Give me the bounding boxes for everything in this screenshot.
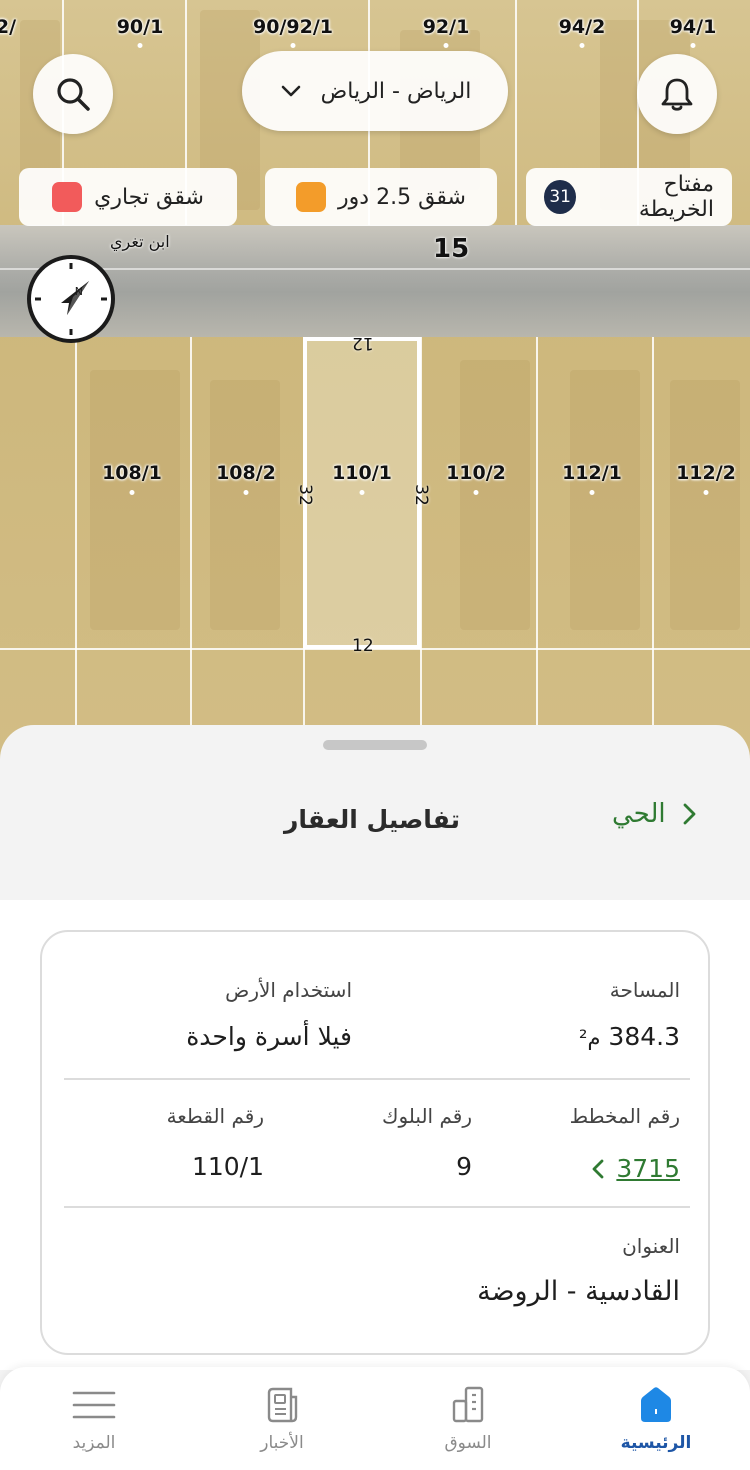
plot-label[interactable]: 2/: [0, 16, 16, 38]
legend-apartments-label: شقق 2.5 دور: [338, 184, 466, 210]
block-label: رقم البلوك: [381, 1104, 472, 1128]
nav-news[interactable]: الأخبار: [222, 1385, 342, 1453]
menu-icon: [72, 1391, 116, 1419]
nav-more-label: المزيد: [72, 1433, 116, 1453]
news-icon: [267, 1387, 298, 1423]
city-selector-label: الرياض - الرياض: [320, 78, 472, 104]
neighborhood-link-label: الحي: [612, 799, 666, 829]
road-divider: [0, 268, 750, 270]
plan-number-link[interactable]: 3715: [590, 1154, 680, 1183]
map-key-label: مفتاح الخريطة: [638, 172, 714, 222]
plot-label[interactable]: 112/2: [676, 462, 736, 484]
legend-commercial-label: شقق تجاري: [94, 184, 204, 210]
chevron-left-icon: [592, 1159, 604, 1178]
plot-label[interactable]: 90/1: [117, 16, 164, 38]
area-label: المساحة: [609, 978, 680, 1002]
nav-more[interactable]: المزيد: [34, 1385, 154, 1453]
plot-label[interactable]: 110/2: [446, 462, 506, 484]
neighborhood-link[interactable]: الحي: [612, 799, 700, 829]
legend-orange-swatch: [296, 182, 327, 212]
plot-label[interactable]: 108/1: [102, 462, 162, 484]
notifications-button[interactable]: [637, 54, 717, 134]
plan-label: رقم المخطط: [569, 1104, 680, 1128]
property-details-sheet[interactable]: تفاصيل العقار الحي المساحة 384.3 م² استخ…: [0, 725, 750, 1470]
plot-label[interactable]: 90/92/1: [253, 16, 333, 38]
street-name: ابن تغري: [110, 232, 170, 251]
bell-icon: [661, 78, 693, 111]
plot-label[interactable]: 112/1: [562, 462, 622, 484]
card-divider: [64, 1078, 690, 1080]
legend-red-swatch: [52, 182, 83, 212]
buildings-icon: [452, 1386, 484, 1423]
block-value: 9: [456, 1152, 472, 1181]
map-key-chip[interactable]: مفتاح الخريطة 31: [526, 168, 732, 226]
nav-news-label: الأخبار: [260, 1433, 304, 1453]
city-selector[interactable]: الرياض - الرياض: [242, 51, 508, 131]
plot-label[interactable]: 94/2: [559, 16, 606, 38]
legend-apartments-chip[interactable]: شقق 2.5 دور: [265, 168, 497, 226]
address-label: العنوان: [622, 1234, 680, 1258]
plot-label[interactable]: 108/2: [216, 462, 276, 484]
plot-dim-left: 32: [294, 484, 315, 506]
search-button[interactable]: [33, 54, 113, 134]
compass-icon[interactable]: N: [27, 255, 115, 343]
map-key-count-badge: 31: [544, 180, 577, 214]
land-use-label: استخدام الأرض: [225, 978, 352, 1002]
card-divider: [64, 1206, 690, 1208]
parcel-value: 110/1: [191, 1152, 264, 1181]
address-value: القادسية - الروضة: [477, 1276, 680, 1307]
plan-number-value: 3715: [616, 1154, 680, 1183]
property-info-card: المساحة 384.3 م² استخدام الأرض فيلا أسرة…: [40, 930, 710, 1355]
chevron-down-icon: [281, 85, 300, 97]
plot-label[interactable]: 92/1: [423, 16, 470, 38]
search-icon: [57, 78, 90, 111]
home-icon: [641, 1387, 671, 1422]
legend-commercial-chip[interactable]: شقق تجاري: [19, 168, 237, 226]
svg-text:N: N: [75, 285, 83, 298]
map-view[interactable]: 2/ 90/1 90/92/1 92/1 94/2 94/1 12 12 32 …: [0, 0, 750, 760]
nav-market-label: السوق: [444, 1433, 492, 1453]
plot-dim-top: 12: [352, 333, 374, 353]
bottom-navigation: الرئيسية السوق الأخبار المزيد: [0, 1367, 750, 1470]
plot-dim-right: 32: [410, 484, 431, 506]
nav-market[interactable]: السوق: [408, 1385, 528, 1453]
nav-home[interactable]: الرئيسية: [596, 1385, 716, 1453]
area-value: 384.3 م²: [579, 1022, 680, 1051]
sheet-header: تفاصيل العقار الحي: [0, 765, 750, 900]
nav-home-label: الرئيسية: [620, 1433, 692, 1453]
street-number: 15: [433, 234, 470, 264]
plot-label[interactable]: 94/1: [670, 16, 717, 38]
sheet-drag-handle[interactable]: [323, 740, 427, 750]
parcel-label: رقم القطعة: [166, 1104, 264, 1128]
plot-label[interactable]: 110/1: [332, 462, 392, 484]
chevron-right-icon: [683, 803, 696, 825]
land-use-value: فيلا أسرة واحدة: [186, 1022, 352, 1051]
plot-dim-bottom: 12: [352, 636, 374, 656]
sheet-title: تفاصيل العقار: [284, 805, 460, 834]
